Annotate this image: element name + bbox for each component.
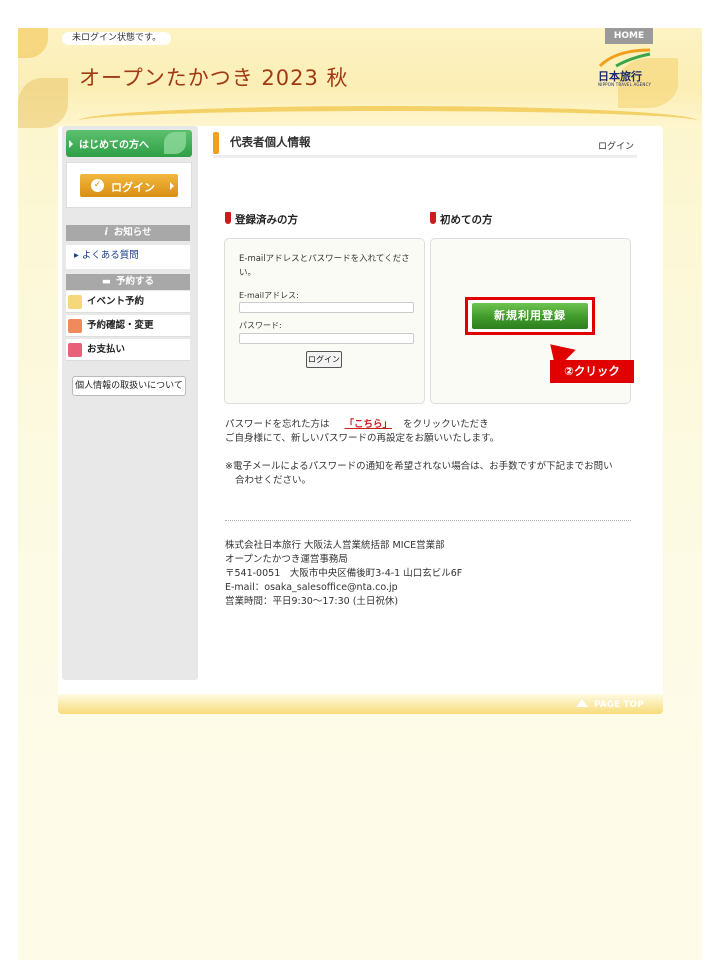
- forgot-password-text: パスワードを忘れた方は 「こちら」 をクリックいただき ご自身様にて、新しいパス…: [225, 419, 500, 444]
- page-header: 代表者個人情報 ログイン: [213, 130, 637, 158]
- sidebar: [62, 126, 198, 680]
- sidebar-first-time-label: はじめての方へ: [79, 140, 149, 151]
- marker-icon: [430, 212, 436, 224]
- leaf-icon: [164, 132, 186, 154]
- company-info: 株式会社日本旅行 大阪法人営業統括部 MICE営業部 オープンたかつき運営事務局…: [225, 539, 462, 609]
- check-circle-icon: ✓: [91, 179, 104, 192]
- computer-icon: ▬: [102, 276, 111, 287]
- login-status: 未ログイン状態です。: [62, 32, 172, 45]
- footer-bar: [58, 694, 663, 714]
- bullet-arrow-icon: ▸: [74, 250, 79, 261]
- company-line: オープンたかつき運営事務局: [225, 554, 348, 565]
- arrow-up-icon: [576, 699, 588, 707]
- company-line: E-mail：osaka_salesoffice@nta.co.jp: [225, 582, 398, 593]
- sidebar-login-label: ログイン: [111, 181, 155, 194]
- marker-icon: [225, 212, 231, 224]
- check-icon: [68, 319, 82, 333]
- arrow-right-icon: [170, 182, 174, 190]
- forgot-password-link[interactable]: 「こちら」: [345, 419, 393, 430]
- site-title: オープンたかつき 2023 秋: [79, 66, 349, 90]
- payment-icon: [68, 343, 82, 357]
- company-line: 〒541-0051 大阪市中央区備後町3-4-1 山口玄ビル6F: [225, 568, 463, 579]
- arrow-right-icon: [69, 140, 73, 148]
- login-description: E-mailアドレスとパスワードを入れてください。: [239, 254, 410, 278]
- login-button[interactable]: ログイン: [306, 351, 342, 368]
- sidebar-login-button[interactable]: ✓ ログイン: [80, 174, 178, 197]
- email-label: E-mailアドレス:: [239, 291, 299, 300]
- company-line: 株式会社日本旅行 大阪法人営業統括部 MICE営業部: [225, 540, 445, 551]
- sidebar-item-payment[interactable]: お支払い: [66, 339, 190, 361]
- sidebar-news-heading: i お知らせ: [66, 225, 190, 241]
- brand-sub: NIPPON TRAVEL AGENCY: [598, 82, 652, 87]
- sidebar-first-time-button[interactable]: はじめての方へ: [66, 130, 192, 157]
- event-icon: [68, 295, 82, 309]
- registered-heading: 登録済みの方: [225, 212, 298, 227]
- brand-logo[interactable]: 日本旅行 NIPPON TRAVEL AGENCY: [594, 48, 656, 90]
- sidebar-item-faq[interactable]: ▸ よくある質問: [66, 245, 190, 269]
- register-button[interactable]: 新規利用登録: [472, 303, 588, 329]
- page-top-link[interactable]: PAGE TOP: [576, 699, 644, 710]
- divider: [225, 520, 631, 521]
- sidebar-item-reserve-check[interactable]: 予約確認・変更: [66, 315, 190, 337]
- email-field[interactable]: [239, 302, 414, 313]
- company-line: 営業時間：平日9:30～17:30 (土日祝休): [225, 596, 399, 607]
- sidebar-reserve-heading: ▬ 予約する: [66, 274, 190, 290]
- notice-text: ※電子メールによるパスワードの通知を希望されない場合は、お手数ですが下記までお問…: [225, 461, 613, 486]
- breadcrumb: ログイン: [597, 142, 634, 152]
- privacy-policy-button[interactable]: 個人情報の取扱いについて: [72, 376, 186, 396]
- brand-mark-icon: [598, 48, 651, 68]
- page-title: 代表者個人情報: [230, 135, 311, 149]
- click-annotation: ②クリック: [550, 360, 634, 383]
- password-label: パスワード:: [239, 321, 282, 330]
- info-icon: i: [104, 227, 108, 238]
- password-field[interactable]: [239, 333, 414, 344]
- sidebar-item-event-reserve[interactable]: イベント予約: [66, 291, 190, 313]
- home-button[interactable]: HOME: [605, 28, 653, 44]
- header-accent-bar: [213, 132, 219, 154]
- new-user-heading: 初めての方: [430, 212, 493, 227]
